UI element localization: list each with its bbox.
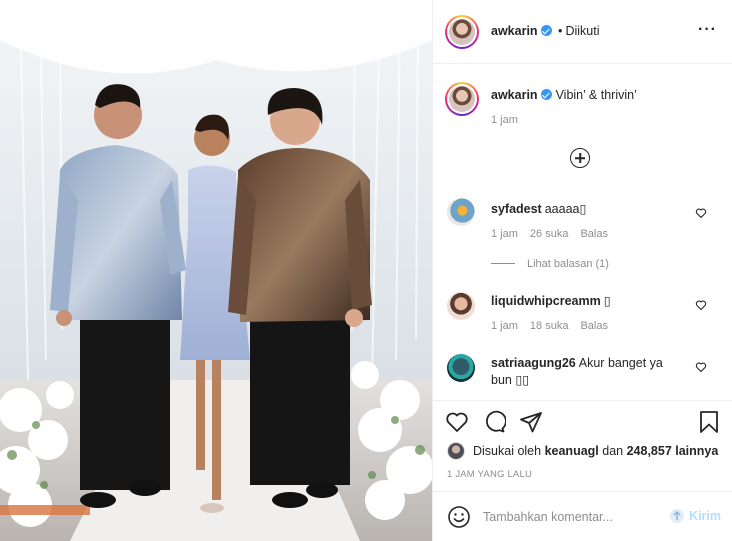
author-username[interactable]: awkarin bbox=[491, 24, 538, 38]
comment-text: Akur banget ya bbox=[578, 356, 663, 370]
add-comment-bar: Tambahkan komentar... Kirim bbox=[433, 491, 732, 541]
post-side-panel: awkarin • Diikuti ··· awkarin Vibin’ & thr… bbox=[432, 0, 732, 541]
comment-text: ▯ bbox=[603, 294, 611, 308]
caption-text: Vibin’ & thrivin’ bbox=[555, 88, 637, 102]
comment-input[interactable]: Tambahkan komentar... bbox=[483, 510, 613, 524]
bookmark-save-icon[interactable] bbox=[697, 410, 721, 434]
comment-reply-button[interactable]: Balas bbox=[580, 228, 608, 240]
comment-avatar[interactable] bbox=[447, 292, 475, 320]
likes-summary: Disukai oleh keanuagl dan 248,857 lainny… bbox=[447, 442, 718, 460]
liker-username[interactable]: keanuagl bbox=[545, 444, 599, 458]
post-action-bar bbox=[433, 402, 732, 442]
comment-username[interactable]: liquidwhipcreamm bbox=[491, 294, 601, 308]
replies-divider bbox=[491, 263, 515, 264]
separator-dot: • bbox=[558, 24, 563, 38]
comment-meta: 1 jam 18 suka Balas bbox=[491, 320, 620, 332]
more-horizontal-icon[interactable]: ··· bbox=[698, 22, 717, 38]
comment-avatar[interactable] bbox=[447, 354, 475, 382]
caption-username[interactable]: awkarin bbox=[491, 88, 538, 102]
comment-avatar[interactable] bbox=[447, 198, 475, 226]
emoji-smile-icon[interactable] bbox=[447, 505, 471, 529]
comment-reply-button[interactable]: Balas bbox=[580, 320, 608, 332]
emoji-picker-hint-icon bbox=[670, 509, 684, 523]
comment-likes[interactable]: 26 suka bbox=[530, 228, 569, 240]
likes-count[interactable]: 248,857 lainnya bbox=[627, 444, 719, 458]
comment-text-continued: bun ▯▯ bbox=[491, 373, 530, 387]
like-comment-heart-icon[interactable] bbox=[695, 299, 707, 311]
likes-joiner: dan bbox=[602, 444, 624, 458]
load-more-comments-icon[interactable] bbox=[570, 148, 590, 168]
share-send-icon[interactable] bbox=[519, 410, 543, 434]
comment-text: aaaaa▯ bbox=[544, 202, 587, 216]
comments-section[interactable]: awkarin Vibin’ & thrivin’ 1 jam syfadest a… bbox=[433, 64, 732, 401]
like-heart-icon[interactable] bbox=[445, 410, 469, 434]
comment: syfadest aaaaa▯ bbox=[491, 201, 586, 216]
author-avatar[interactable] bbox=[445, 15, 479, 49]
comment-time[interactable]: 1 jam bbox=[491, 320, 518, 332]
follow-status-button[interactable]: Diikuti bbox=[565, 24, 599, 38]
likes-prefix: Disukai oleh bbox=[473, 444, 542, 458]
comment-likes[interactable]: 18 suka bbox=[530, 320, 569, 332]
comment-username[interactable]: satriaagung26 bbox=[491, 356, 576, 370]
like-comment-heart-icon[interactable] bbox=[695, 361, 707, 373]
caption-time[interactable]: 1 jam bbox=[491, 114, 518, 126]
view-replies-label: Lihat balasan (1) bbox=[527, 258, 609, 270]
post-header: awkarin • Diikuti ··· bbox=[433, 0, 732, 64]
post-timestamp[interactable]: 1 JAM YANG LALU bbox=[447, 469, 532, 480]
verified-badge-icon bbox=[540, 89, 552, 100]
comment-bubble-icon[interactable] bbox=[482, 410, 506, 434]
caption-author-avatar[interactable] bbox=[445, 82, 479, 116]
view-replies-button[interactable]: Lihat balasan (1) bbox=[491, 258, 609, 270]
comment-username[interactable]: syfadest bbox=[491, 202, 542, 216]
liker-avatar[interactable] bbox=[447, 442, 465, 460]
like-comment-heart-icon[interactable] bbox=[695, 207, 707, 219]
post-photo[interactable] bbox=[0, 0, 432, 541]
comment-meta: 1 jam 26 suka Balas bbox=[491, 228, 620, 240]
caption: awkarin Vibin’ & thrivin’ bbox=[491, 88, 637, 102]
comment: satriaagung26 Akur banget ya bbox=[491, 356, 663, 370]
send-comment-button[interactable]: Kirim bbox=[689, 509, 721, 523]
comment-time[interactable]: 1 jam bbox=[491, 228, 518, 240]
verified-badge-icon bbox=[540, 25, 552, 36]
comment: liquidwhipcreamm ▯ bbox=[491, 293, 611, 308]
wedding-photo-illustration bbox=[0, 0, 432, 541]
